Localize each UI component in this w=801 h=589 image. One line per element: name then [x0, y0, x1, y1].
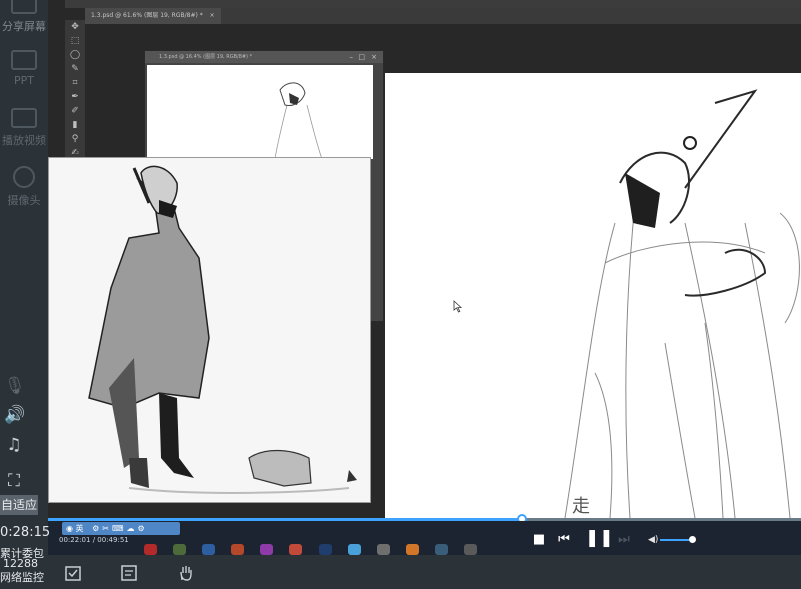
play-video-button[interactable]: 播放视频	[0, 108, 48, 148]
raise-hand-icon[interactable]	[177, 564, 195, 582]
stop-icon[interactable]: ■	[531, 532, 547, 548]
taskbar-app-icon[interactable]	[231, 544, 245, 555]
share-screen-button[interactable]: 分享屏幕	[0, 0, 48, 34]
ps-window-titlebar[interactable]: 1.3.psd @ 16.4% (图层 19, RGB/8#) * – □ ×	[145, 51, 383, 63]
taskbar-app-icon[interactable]	[434, 544, 448, 555]
main-canvas[interactable]	[385, 73, 801, 518]
elapsed-time: 0:28:15	[0, 525, 51, 540]
taskbar-app-icon[interactable]	[347, 544, 361, 555]
camera-button[interactable]: 摄像头	[0, 166, 48, 208]
reference-character-illustration	[88, 165, 357, 494]
marquee-tool-icon[interactable]: ⬚	[65, 34, 85, 48]
ps-tab-title: 1.3.psd @ 61.6% (图层 19, RGB/8#) *	[91, 12, 203, 19]
reference-image	[48, 157, 371, 503]
ime-language-label[interactable]: 英	[76, 524, 84, 533]
live-sidebar: 分享屏幕 PPT 播放视频 摄像头 🎙 🔊 ♫ ⛶ 自适应 0:28:15 累计…	[0, 0, 51, 589]
play-video-icon	[11, 108, 37, 128]
move-tool-icon[interactable]: ✥	[65, 20, 85, 34]
taskbar-app-icon[interactable]	[405, 544, 419, 555]
ppt-label: PPT	[14, 74, 34, 87]
next-icon[interactable]: ⏭	[616, 532, 632, 548]
healing-tool-icon[interactable]: ✐	[65, 104, 85, 118]
ime-toolbar[interactable]: ◉ 英 ⚙✂⌨☁⚙	[62, 522, 180, 535]
close-icon[interactable]: ×	[210, 12, 215, 19]
volume-knob[interactable]	[688, 536, 696, 543]
current-time: 00:22:01	[59, 536, 91, 544]
lasso-tool-icon[interactable]: ◯	[65, 48, 85, 62]
ps-document-tabs: 1.3.psd @ 61.6% (图层 19, RGB/8#) * ×	[85, 8, 801, 24]
volume-icon[interactable]: ◀)	[648, 535, 658, 545]
ps-window-canvas[interactable]	[147, 65, 373, 160]
taskbar-app-icon[interactable]	[289, 544, 303, 555]
volume-slider[interactable]	[660, 539, 689, 541]
minimize-icon[interactable]: –	[350, 51, 354, 63]
ppt-button[interactable]: PPT	[0, 50, 48, 87]
close-icon[interactable]: ×	[371, 51, 377, 63]
camera-label: 摄像头	[7, 194, 41, 207]
ps-document-tab[interactable]: 1.3.psd @ 61.6% (图层 19, RGB/8#) * ×	[85, 8, 221, 24]
eyedropper-tool-icon[interactable]: ✒	[65, 90, 85, 104]
fullscreen-icon[interactable]: ⛶	[4, 471, 24, 491]
maximize-icon[interactable]: □	[358, 51, 365, 63]
character-sketch	[564, 89, 800, 518]
thumbnail-sketch	[274, 82, 323, 160]
speaker-icon[interactable]: 🔊	[4, 405, 25, 425]
share-screen-label: 分享屏幕	[2, 20, 46, 33]
bottom-toolbar	[48, 555, 801, 589]
ime-logo-icon: ◉	[66, 524, 73, 533]
total-time: 00:49:51	[97, 536, 129, 544]
music-icon[interactable]: ♫	[4, 435, 24, 455]
pause-icon[interactable]: ❚❚	[585, 530, 614, 547]
camera-icon	[13, 166, 35, 188]
taskbar-app-icon[interactable]	[173, 544, 187, 555]
network-monitor-link[interactable]: 网络监控	[0, 569, 44, 585]
previous-icon[interactable]: ⏮	[556, 532, 572, 548]
brush-tool-icon[interactable]: ▮	[65, 118, 85, 132]
play-video-label: 播放视频	[2, 134, 46, 147]
checklist-icon[interactable]	[64, 564, 82, 582]
time-readout: 00:22:01 / 00:49:51	[59, 536, 129, 544]
screen: 1.3.psd @ 61.6% (图层 19, RGB/8#) * × ✥ ⬚ …	[0, 0, 801, 589]
taskbar-app-icon[interactable]	[464, 544, 478, 555]
fit-button[interactable]: 自适应	[0, 495, 38, 515]
taskbar-app-icon[interactable]	[376, 544, 390, 555]
ps-toolbar: ✥ ⬚ ◯ ✎ ⌗ ✒ ✐ ▮ ⚲ ✍	[65, 20, 85, 160]
ime-tools-icons[interactable]: ⚙✂⌨☁⚙	[92, 524, 148, 533]
windows-taskbar-icons	[144, 540, 488, 555]
stamp-tool-icon[interactable]: ⚲	[65, 132, 85, 146]
share-screen-icon	[11, 0, 37, 14]
crop-tool-icon[interactable]: ⌗	[65, 76, 85, 90]
ps-window-title: 1.3.psd @ 16.4% (图层 19, RGB/8#) *	[159, 54, 253, 60]
taskbar-app-icon[interactable]	[202, 544, 216, 555]
notes-icon[interactable]	[120, 564, 138, 582]
magic-wand-tool-icon[interactable]: ✎	[65, 62, 85, 76]
ps-options-bar	[65, 0, 801, 8]
mouse-cursor-icon	[453, 300, 462, 313]
taskbar-app-icon[interactable]	[318, 544, 332, 555]
ppt-icon	[11, 50, 37, 70]
mic-muted-icon[interactable]: 🎙	[4, 376, 26, 396]
taskbar-app-icon[interactable]	[260, 544, 274, 555]
taskbar-app-icon[interactable]	[144, 544, 157, 555]
subtitle-text: 走	[572, 496, 590, 517]
